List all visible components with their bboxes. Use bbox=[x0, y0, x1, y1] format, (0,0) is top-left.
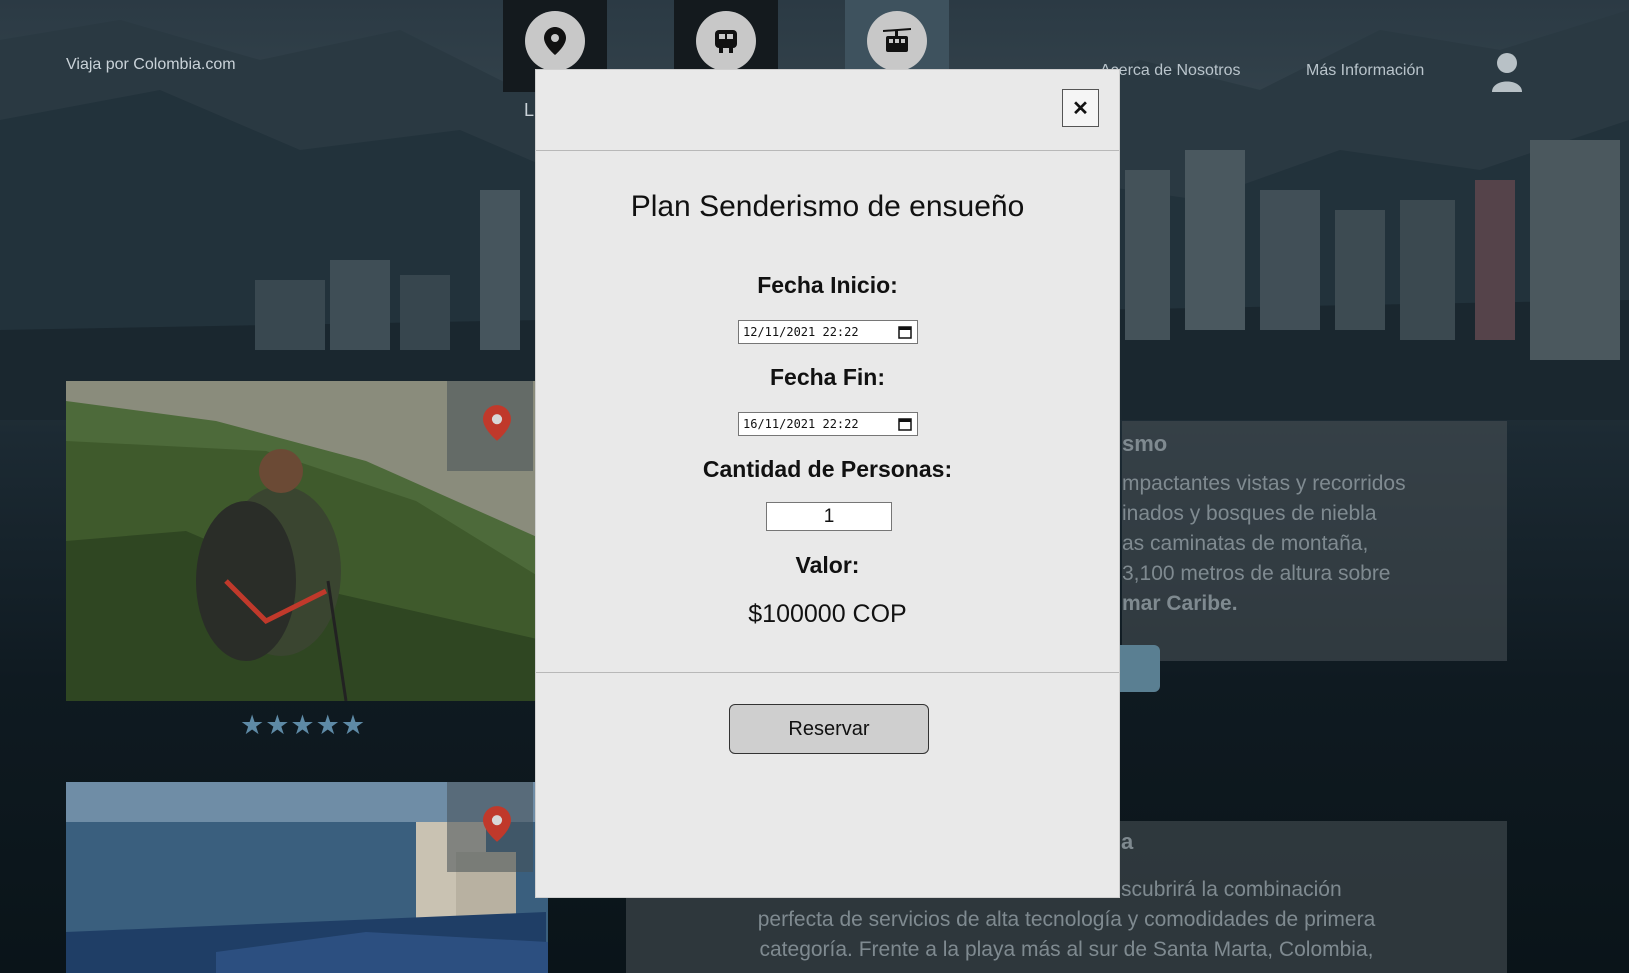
people-count-input[interactable]: 1 bbox=[766, 502, 892, 531]
start-date-input[interactable]: 12/11/2021 22:22 bbox=[738, 320, 918, 344]
card-action-button[interactable] bbox=[1118, 645, 1160, 692]
card-title-fragment: a bbox=[1121, 829, 1134, 854]
value-label: Valor: bbox=[795, 552, 860, 578]
calendar-icon[interactable] bbox=[898, 325, 912, 339]
end-date-input[interactable]: 16/11/2021 22:22 bbox=[738, 412, 918, 436]
card-text-bold: mar Caribe. bbox=[1122, 592, 1238, 615]
card-text-line: inados y bosques de niebla bbox=[1122, 502, 1377, 525]
card-text-line: 3,100 metros de altura sobre bbox=[1122, 562, 1391, 585]
card-title-fragment: smo bbox=[1122, 431, 1168, 456]
site-brand[interactable]: Viaja por Colombia.com bbox=[66, 56, 236, 74]
card-text-line: categoría. Frente a la playa más al sur … bbox=[759, 938, 1374, 961]
people-count-label: Cantidad de Personas: bbox=[702, 456, 953, 482]
close-button[interactable]: ✕ bbox=[1062, 89, 1099, 127]
nav-link-more-info[interactable]: Más Información bbox=[1306, 62, 1424, 80]
modal-title: Plan Senderismo de ensueño bbox=[630, 190, 1025, 223]
end-date-label: Fecha Fin: bbox=[769, 364, 885, 390]
end-date-value: 16/11/2021 22:22 bbox=[743, 417, 859, 431]
user-icon[interactable] bbox=[1490, 52, 1524, 92]
nav-label-fragment: L bbox=[524, 100, 535, 120]
cable-car-icon bbox=[867, 11, 927, 71]
close-icon: ✕ bbox=[1072, 97, 1089, 120]
price-value: $100000 COP bbox=[748, 600, 907, 628]
rating-stars: ★★★★★ bbox=[240, 710, 367, 740]
start-date-label: Fecha Inicio: bbox=[757, 272, 898, 298]
card-text-line: as caminatas de montaña, bbox=[1122, 532, 1369, 555]
start-date-value: 12/11/2021 22:22 bbox=[743, 325, 859, 339]
location-pin-badge bbox=[447, 782, 533, 872]
location-pin-badge bbox=[447, 381, 533, 471]
card-text-line: mpactantes vistas y recorridos bbox=[1122, 472, 1406, 495]
card-description: smo mpactantes vistas y recorridos inado… bbox=[1122, 421, 1507, 661]
card-text-line: perfecta de servicios de alta tecnología… bbox=[757, 908, 1376, 931]
modal-header: ✕ bbox=[536, 70, 1119, 151]
nav-link-about[interactable]: Acerca de Nosotros bbox=[1100, 62, 1241, 80]
calendar-icon[interactable] bbox=[898, 417, 912, 431]
bus-icon bbox=[696, 11, 756, 71]
modal-body: Plan Senderismo de ensueño Fecha Inicio:… bbox=[536, 151, 1119, 673]
reserve-button[interactable]: Reservar bbox=[729, 704, 929, 754]
location-pin-icon bbox=[525, 11, 585, 71]
reservation-modal: ✕ Plan Senderismo de ensueño Fecha Inici… bbox=[535, 69, 1120, 898]
